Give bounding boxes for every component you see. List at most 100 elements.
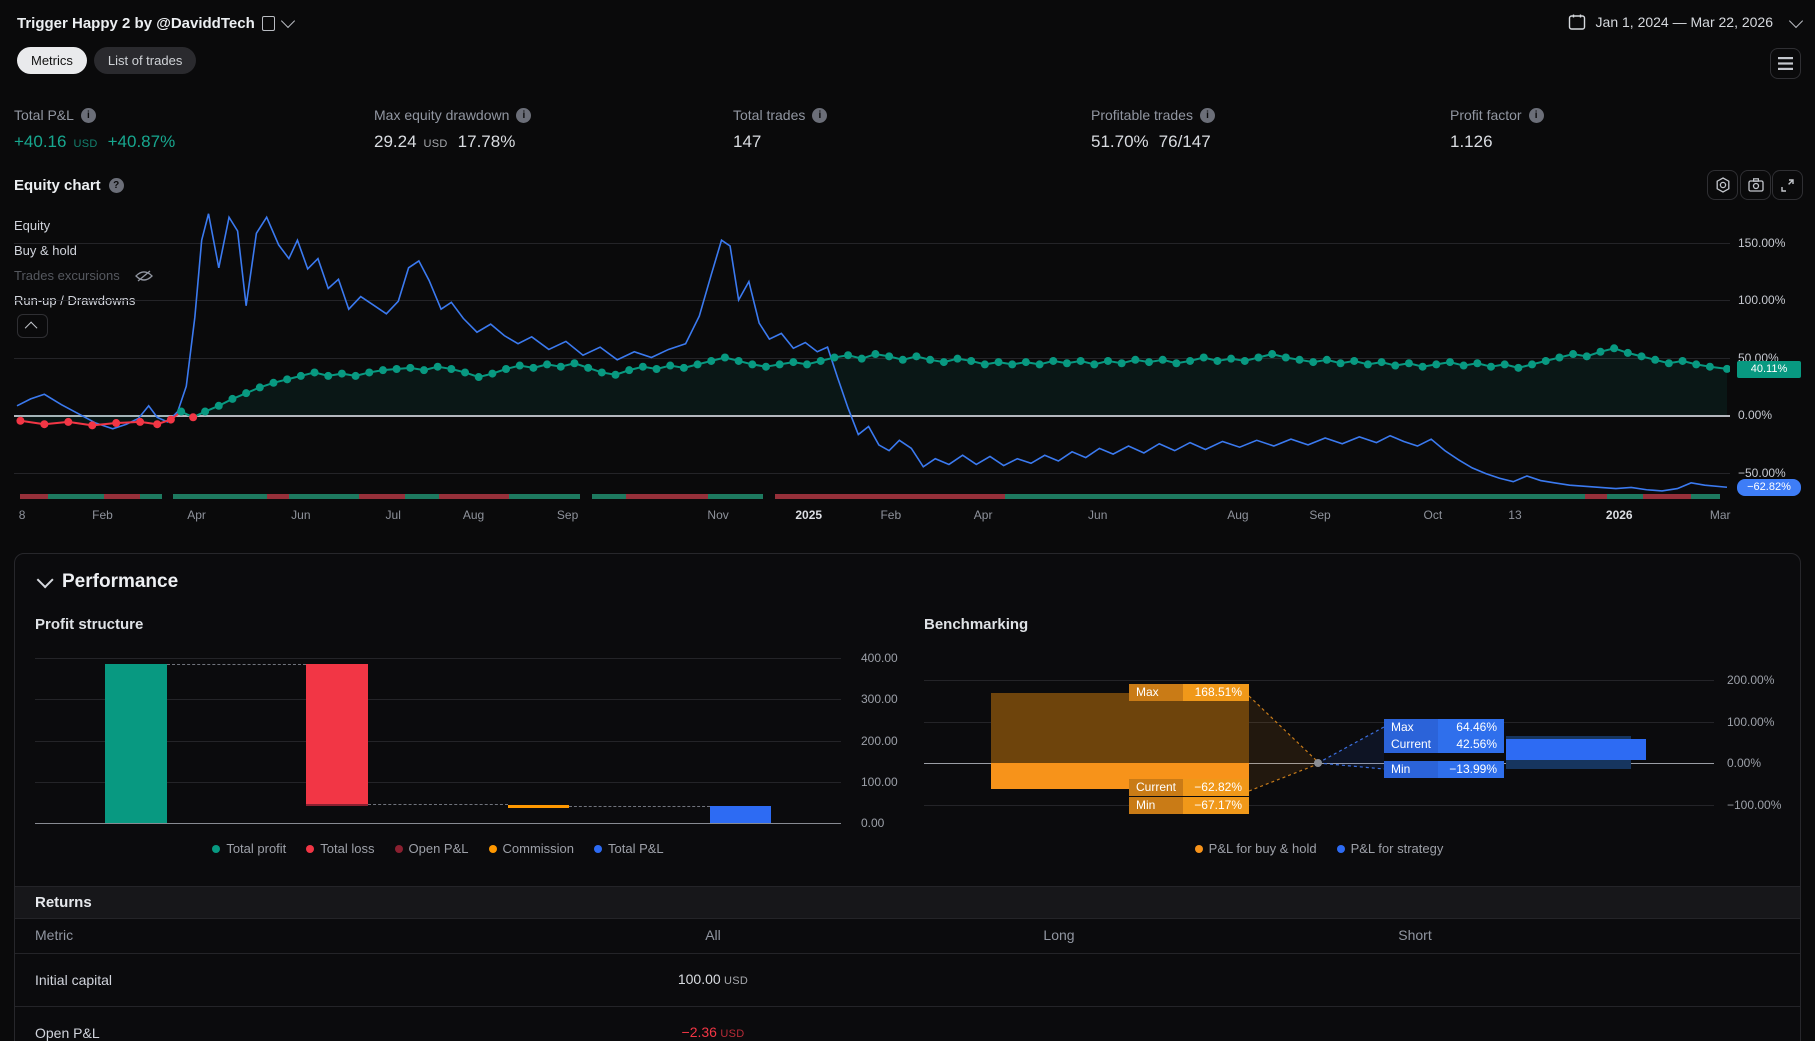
info-icon[interactable]: i (1199, 107, 1215, 123)
legend-item-open-p-l[interactable]: Open P&L (394, 841, 469, 856)
trade-marker (64, 417, 73, 426)
bar-total-loss (306, 664, 368, 805)
trade-marker (1404, 359, 1413, 368)
trade-marker (296, 371, 305, 380)
info-icon[interactable]: i (812, 107, 828, 123)
legend-item-p-l-for-buy-hold[interactable]: P&L for buy & hold (1194, 841, 1317, 856)
trade-marker (433, 362, 442, 371)
benchmarking-y-label: 200.00% (1727, 673, 1775, 687)
help-icon[interactable]: ? (108, 178, 124, 193)
trade-marker (201, 407, 210, 416)
stat-label: Max equity drawdown i (374, 107, 532, 123)
trade-marker (1418, 362, 1427, 371)
trade-marker (1500, 360, 1509, 369)
table-row[interactable]: Open P&L −2.36 USD (15, 1006, 1800, 1041)
tab-list-of-trades[interactable]: List of trades (93, 47, 197, 74)
strip-segment-win (47, 494, 105, 499)
stat-unit: USD (73, 138, 98, 150)
trade-marker (1623, 348, 1632, 357)
chip-key: Min (1384, 761, 1438, 778)
info-icon[interactable]: i (1528, 107, 1544, 123)
legend-dot (394, 844, 403, 853)
x-tick: Aug (1227, 508, 1249, 522)
legend-label: Open P&L (408, 841, 469, 856)
info-icon[interactable]: i (80, 107, 96, 123)
trade-marker (406, 363, 415, 372)
profit-structure-y-label: 100.00 (861, 774, 898, 789)
legend-item-total-profit[interactable]: Total profit (212, 841, 286, 856)
strip-segment-win (140, 494, 163, 499)
strip-segment-loss (104, 494, 141, 499)
legend-item-total-p-l[interactable]: Total P&L (594, 841, 664, 856)
chevron-down-icon (280, 13, 295, 29)
chart-settings-button[interactable] (1707, 170, 1738, 200)
chip-value: −67.17% (1183, 797, 1249, 814)
trade-marker (1008, 360, 1017, 369)
trade-marker (584, 363, 593, 372)
strip-segment-loss (20, 494, 48, 499)
snapshot-button[interactable] (1740, 170, 1771, 200)
info-icon[interactable]: i (516, 107, 532, 123)
returns-value-unit: USD (720, 975, 749, 987)
table-row[interactable]: Initial capital 100.00 USD (15, 953, 1800, 1007)
chip-value: −13.99% (1438, 761, 1504, 778)
trade-marker (570, 359, 579, 368)
tab-metrics[interactable]: Metrics (17, 47, 87, 74)
trade-marker (1637, 352, 1646, 361)
strip-segment-loss (1585, 494, 1608, 499)
strategy-current-chip: Current 42.56% (1384, 736, 1505, 753)
buy-hold-max-chip: Max 168.51% (1129, 684, 1249, 701)
equity-series-svg (16, 213, 1730, 492)
strategy-title-row[interactable]: Trigger Happy 2 by @DaviddTech (17, 11, 295, 35)
strip-segment-loss (266, 494, 289, 499)
fullscreen-button[interactable] (1772, 170, 1803, 200)
strip-segment-win (1691, 494, 1721, 499)
trade-marker (40, 420, 49, 429)
trade-marker (994, 358, 1003, 367)
returns-column-all: All (705, 927, 721, 943)
legend-item-p-l-for-strategy[interactable]: P&L for strategy (1336, 841, 1443, 856)
equity-x-axis: 8 Feb Apr Jun Jul Aug Sep Nov 2025 Feb Apr Jun Aug Se… (14, 508, 1731, 526)
trade-marker (693, 360, 702, 369)
trade-marker (310, 368, 319, 377)
stat-main-value: 1.126 (1450, 132, 1493, 151)
trade-marker (136, 417, 145, 426)
date-range-picker[interactable]: Jan 1, 2024 — Mar 22, 2026 (1568, 9, 1804, 35)
performance-title: Performance (62, 571, 179, 592)
camera-icon (1747, 178, 1764, 192)
returns-column-metric: Metric (35, 927, 74, 943)
performance-card: Performance Profit structure Total profi… (14, 553, 1801, 1041)
trade-marker (1555, 353, 1564, 362)
x-tick: 8 (18, 508, 26, 522)
trade-marker (365, 368, 374, 377)
gridline (35, 823, 841, 824)
trade-marker (597, 368, 606, 377)
legend-item-total-loss[interactable]: Total loss (306, 841, 375, 856)
trade-marker (1678, 356, 1687, 365)
trade-marker (228, 394, 237, 403)
trade-marker (939, 358, 948, 367)
strategy-max-chip: Max 64.46% (1384, 719, 1504, 736)
bar-open-p-l (306, 804, 368, 807)
bar-total-profit (105, 664, 167, 823)
stat-value: 1.126 (1450, 132, 1544, 152)
trade-marker (1213, 356, 1222, 365)
stat-value: 29.24 USD 17.78% (374, 132, 531, 152)
benchmarking-legend: P&L for buy & hold P&L for strategy (924, 841, 1714, 856)
performance-header[interactable]: Performance (36, 571, 179, 593)
returns-band: Returns (15, 886, 1800, 919)
trade-marker (488, 369, 497, 378)
trade-marker (898, 355, 907, 364)
trade-marker (337, 369, 346, 378)
legend-item-commission[interactable]: Commission (488, 841, 574, 856)
stat-label-text: Total P&L (14, 107, 74, 123)
trade-marker (1062, 359, 1071, 368)
chip-key: Min (1129, 797, 1183, 814)
x-tick: Sep (1309, 508, 1331, 522)
benchmarking-y-label: −100.00% (1727, 797, 1782, 812)
equity-plot[interactable] (14, 210, 1730, 502)
returns-value-number: −2.36 (681, 1024, 717, 1040)
benchmarking-y-label: 100.00% (1727, 714, 1775, 729)
layout-menu-button[interactable] (1770, 48, 1801, 79)
x-tick: Jun (291, 508, 311, 522)
